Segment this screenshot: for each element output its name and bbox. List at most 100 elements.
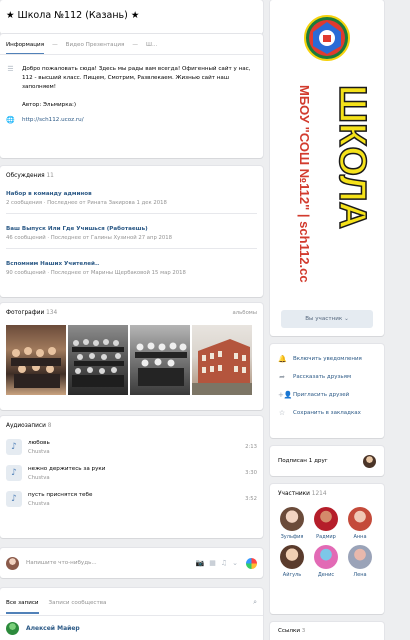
tab-more[interactable]: Ш... — [146, 42, 157, 48]
member-name[interactable]: Лена — [346, 572, 374, 578]
audio-track[interactable]: ♪ пусть приснятся тебе Chustva 3:52 — [6, 491, 257, 507]
photo-group-1 — [11, 347, 61, 388]
member-name[interactable]: Анна — [346, 534, 374, 540]
action-label: Включить уведомления — [293, 355, 362, 362]
discussion-title[interactable]: Вспомним Наших Учителей.. — [6, 261, 257, 267]
discussions-header[interactable]: Обсуждения 11 — [6, 173, 257, 179]
member-item[interactable]: Зульфия — [278, 507, 306, 540]
action-bookmark[interactable]: ☆ Сохранить в закладках — [278, 408, 376, 417]
composer-input[interactable]: Напишите что-нибудь... — [26, 560, 196, 566]
avatar[interactable] — [314, 507, 338, 531]
avatar[interactable] — [6, 622, 19, 635]
music-note-icon[interactable]: ♪ — [6, 491, 22, 507]
friends-subscribed[interactable]: Подписан 1 друг — [270, 446, 384, 476]
tab-video[interactable]: Видео Презентация — [66, 42, 125, 48]
website-row: 🌐 http://sch112.ucoz.ru/ — [0, 110, 263, 125]
avatar[interactable] — [348, 507, 372, 531]
discussion-meta: 46 сообщений · Последнее от Галины Хузин… — [6, 235, 172, 241]
group-cover-block: ШКОЛА МБОУ "СОШ №112" | sch112.cc Вы уча… — [270, 0, 384, 336]
avatar[interactable] — [314, 545, 338, 569]
member-item[interactable]: Лена — [346, 545, 374, 578]
members-header[interactable]: Участники 1214 — [278, 491, 376, 497]
photo-thumb[interactable] — [130, 325, 190, 395]
member-name[interactable]: Зульфия — [278, 534, 306, 540]
photo-thumb[interactable] — [68, 325, 128, 395]
photo-building — [192, 339, 252, 395]
member-name[interactable]: Радмир — [312, 534, 340, 540]
video-icon[interactable]: ▦ — [209, 559, 216, 567]
member-item[interactable]: Радмир — [312, 507, 340, 540]
albums-link[interactable]: альбомы — [233, 310, 257, 316]
photos-count: 134 — [46, 310, 58, 316]
discussion-item[interactable]: Набор в команду админов 2 сообщения · По… — [6, 191, 257, 214]
photos-block: Фотографии 134 альбомы — [0, 303, 263, 410]
website-link[interactable]: http://sch112.ucoz.ru/ — [22, 116, 84, 125]
photo-group-2 — [72, 339, 124, 387]
discussion-item[interactable]: Вспомним Наших Учителей.. 90 сообщений ·… — [6, 261, 257, 276]
members-block: Участники 1214 Зульфия Радмир Анна Айгул… — [270, 484, 384, 614]
discussions-block: Обсуждения 11 Набор в команду админов 2 … — [0, 166, 263, 297]
avatar[interactable] — [363, 454, 376, 468]
discussions-count: 11 — [46, 173, 54, 179]
discussion-title[interactable]: Набор в команду админов — [6, 191, 257, 197]
tab-separator: — — [52, 42, 58, 48]
track-title: пусть приснятся тебе — [28, 491, 93, 498]
discussion-meta: 90 сообщений · Последнее от Марины Щерба… — [6, 270, 186, 276]
description-author: Автор: Эльмирка:) — [22, 102, 77, 108]
member-name[interactable]: Денис — [312, 572, 340, 578]
photo-thumb[interactable] — [192, 325, 252, 395]
discussion-item[interactable]: Ваш Выпуск Или Где Учишься (Работаешь) 4… — [6, 226, 257, 249]
discussion-title[interactable]: Ваш Выпуск Или Где Учишься (Работаешь) — [6, 226, 257, 232]
member-item[interactable]: Анна — [346, 507, 374, 540]
audio-header[interactable]: Аудиозаписи 8 — [6, 423, 257, 429]
color-background-button[interactable] — [246, 557, 257, 569]
member-item[interactable]: Денис — [312, 545, 340, 578]
wall-block: Все записи Записи сообщества ⌕ Алексей М… — [0, 588, 263, 640]
camera-icon[interactable]: 📷 — [196, 559, 205, 567]
invite-icon: +👤 — [278, 390, 293, 399]
wall-tabs: Все записи Записи сообщества ⌕ — [0, 588, 263, 616]
discussion-meta: 2 сообщения · Последнее от Рината Закиро… — [6, 200, 167, 206]
audio-block: Аудиозаписи 8 ♪ любовь Chustva 2:13 ♪ не… — [0, 416, 263, 538]
members-grid: Зульфия Радмир Анна Айгуль Денис Лена — [278, 507, 376, 578]
tab-community-posts[interactable]: Записи сообщества — [49, 600, 107, 606]
description-icon: ☰ — [7, 65, 14, 73]
action-label: Сохранить в закладках — [293, 409, 361, 416]
track-title: нежно держитесь за руки — [28, 465, 106, 472]
member-status-button[interactable]: Вы участник ⌄ — [281, 310, 373, 328]
track-artist[interactable]: Chustva — [28, 449, 245, 455]
avatar[interactable] — [280, 507, 304, 531]
post-item: Алексей Майер — [0, 616, 263, 640]
group-cover-image[interactable]: ШКОЛА МБОУ "СОШ №112" | sch112.cc — [270, 0, 384, 305]
photo-thumb[interactable] — [6, 325, 66, 395]
track-artist[interactable]: Chustva — [28, 475, 245, 481]
avatar[interactable] — [280, 545, 304, 569]
photos-header[interactable]: Фотографии 134 — [6, 310, 57, 316]
avatar[interactable] — [6, 556, 19, 570]
composer-attachments: 📷 ▦ ♫ ⌄ — [196, 559, 239, 567]
audio-label: Аудиозаписи — [6, 423, 46, 429]
tab-separator: — — [132, 42, 138, 48]
links-label: Ссылки — [278, 628, 300, 634]
track-title: любовь — [28, 439, 50, 446]
avatar[interactable] — [348, 545, 372, 569]
action-notifications[interactable]: 🔔 Включить уведомления — [278, 354, 376, 363]
music-icon[interactable]: ♫ — [221, 559, 227, 567]
track-artist[interactable]: Chustva — [28, 501, 245, 507]
friends-subscribed-text: Подписан 1 друг — [278, 458, 328, 464]
tab-all-posts[interactable]: Все записи — [6, 600, 39, 614]
divider — [6, 248, 257, 249]
member-name[interactable]: Айгуль — [278, 572, 306, 578]
search-icon[interactable]: ⌕ — [253, 598, 257, 607]
music-note-icon[interactable]: ♪ — [6, 465, 22, 481]
post-author[interactable]: Алексей Майер — [26, 625, 80, 632]
audio-track[interactable]: ♪ любовь Chustva 2:13 — [6, 439, 257, 455]
tab-info[interactable]: Информация — [6, 42, 45, 54]
music-note-icon[interactable]: ♪ — [6, 439, 22, 455]
links-block[interactable]: Ссылки 3 — [270, 622, 384, 640]
action-invite[interactable]: +👤 Пригласить друзей — [278, 390, 376, 399]
audio-track[interactable]: ♪ нежно держитесь за руки Chustva 3:30 — [6, 465, 257, 481]
member-item[interactable]: Айгуль — [278, 545, 306, 578]
action-share[interactable]: ➦ Рассказать друзьям — [278, 372, 376, 381]
chevron-down-icon[interactable]: ⌄ — [232, 559, 238, 567]
